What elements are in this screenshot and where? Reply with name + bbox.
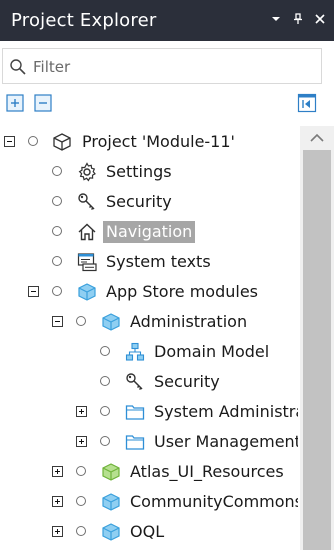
key-icon [77,192,97,212]
collapse-icon[interactable] [28,286,39,297]
tree-node[interactable]: System Administrati [0,397,298,427]
expand-icon[interactable] [76,406,87,417]
module-box-blue-icon [101,522,121,542]
node-status-circle-icon [100,376,110,386]
collapse-icon[interactable] [4,136,15,147]
explorer-toolbar [0,90,334,118]
module-box-green-icon [101,462,121,482]
node-status-circle-icon [100,346,110,356]
node-status-circle-icon [28,136,38,146]
tree-node-label: Settings [106,162,172,181]
panel-controls [270,12,326,26]
expand-all-icon[interactable] [6,94,24,112]
node-status-circle-icon [52,286,62,296]
tree-node[interactable]: User Management [0,427,298,457]
domain-model-icon [125,342,145,362]
collapse-icon[interactable] [52,316,63,327]
tree-node[interactable]: System texts [0,247,298,277]
expand-icon[interactable] [52,526,63,537]
dropdown-icon[interactable] [270,12,282,26]
expand-icon[interactable] [52,496,63,507]
scroll-thumb[interactable] [303,150,331,550]
tree-node-label: Atlas_UI_Resources [130,462,284,481]
tree-node[interactable]: Security [0,187,298,217]
tree-node[interactable]: Navigation [0,217,298,247]
module-box-blue-icon [101,312,121,332]
tree-node-label: OQL [130,522,165,541]
node-status-circle-icon [76,316,86,326]
node-status-circle-icon [76,526,86,536]
scroll-up-arrow-icon[interactable] [310,133,324,143]
folder-icon [125,432,145,452]
filter-input[interactable] [33,55,315,79]
tree-node-label: Security [106,192,172,211]
tree-node[interactable]: Settings [0,157,298,187]
tree-node-label: CommunityCommons [130,492,298,511]
tree-node-label: Administration [130,312,248,331]
gear-icon [77,162,97,182]
appstore-box-icon [77,282,97,302]
expand-icon[interactable] [52,466,63,477]
module-box-icon [52,132,72,152]
tree-node[interactable]: OQL [0,517,298,547]
expand-icon[interactable] [76,436,87,447]
tree-node[interactable]: Atlas_UI_Resources [0,457,298,487]
key-icon [125,372,145,392]
search-icon [10,59,26,75]
filter-box [2,48,322,84]
tree-node[interactable]: Domain Model [0,337,298,367]
tree-node-label: System Administrati [154,402,298,421]
node-status-circle-icon [52,226,62,236]
tree-node[interactable]: Administration [0,307,298,337]
node-status-circle-icon [100,436,110,446]
close-icon[interactable] [314,12,326,26]
node-status-circle-icon [100,406,110,416]
module-box-blue-icon [101,492,121,512]
node-status-circle-icon [76,496,86,506]
tree-node-label: App Store modules [106,282,259,301]
project-tree: Project 'Module-11' Settings Security Navig… [0,126,298,550]
folder-icon [125,402,145,422]
node-status-circle-icon [52,196,62,206]
tree-node-label: Security [154,372,220,391]
tree-node[interactable]: Project 'Module-11' [0,127,298,157]
panel-titlebar: Project Explorer [0,0,334,41]
system-texts-icon [77,252,97,272]
tree-node-label: Navigation [103,221,196,243]
tree-node[interactable]: App Store modules [0,277,298,307]
tree-node-label: Domain Model [154,342,270,361]
node-status-circle-icon [76,466,86,476]
home-icon [77,222,97,242]
collapse-all-icon[interactable] [34,94,52,112]
node-status-circle-icon [52,166,62,176]
tree-node-label: Project 'Module-11' [82,132,235,151]
tree-node[interactable]: CommunityCommons [0,487,298,517]
tree-node-label: System texts [106,252,211,271]
tree-scrollbar[interactable] [300,126,334,550]
pin-icon[interactable] [292,12,304,26]
sync-explorer-icon[interactable] [297,93,317,113]
tree-node-label: User Management [154,432,298,451]
tree-node[interactable]: Security [0,367,298,397]
node-status-circle-icon [52,256,62,266]
panel-title: Project Explorer [11,10,157,31]
